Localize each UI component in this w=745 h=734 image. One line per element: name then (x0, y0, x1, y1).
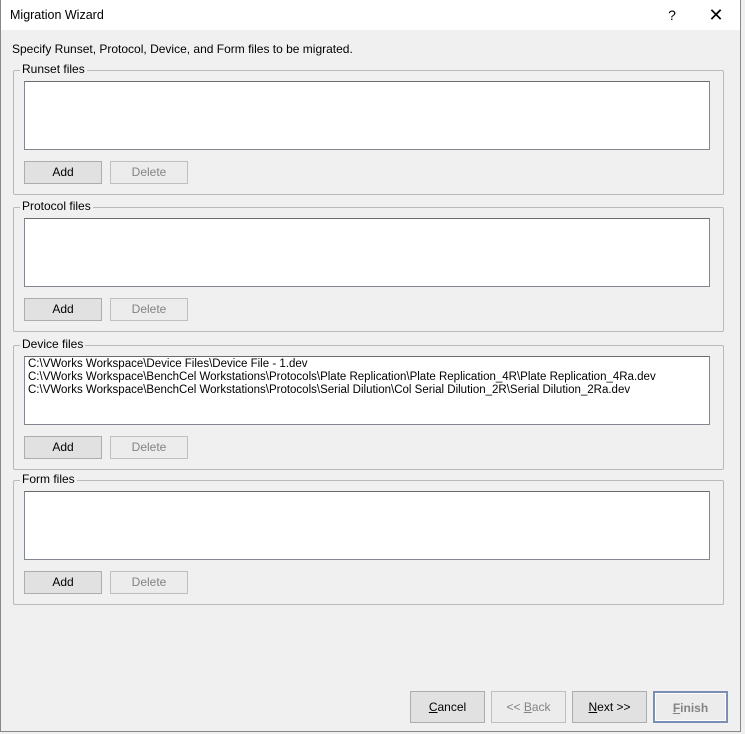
protocol-files-list[interactable] (24, 218, 710, 287)
list-item[interactable]: C:\VWorks Workspace\BenchCel Workstation… (28, 384, 706, 397)
list-item[interactable]: C:\VWorks Workspace\Device Files\Device … (28, 358, 706, 371)
runset-add-button[interactable]: Add (24, 161, 102, 184)
runset-files-group: Runset files Add Delete (13, 62, 724, 195)
migration-wizard-window: Migration Wizard ? ✕ Specify Runset, Pro… (0, 0, 741, 732)
device-files-label: Device files (20, 337, 86, 351)
instruction-text: Specify Runset, Protocol, Device, and Fo… (12, 42, 353, 56)
runset-delete-button[interactable]: Delete (110, 161, 188, 184)
form-delete-button[interactable]: Delete (110, 571, 188, 594)
protocol-add-button[interactable]: Add (24, 298, 102, 321)
next-button-label: Next >> (588, 700, 631, 714)
protocol-delete-button[interactable]: Delete (110, 298, 188, 321)
back-button-label: << Back (506, 700, 551, 714)
runset-files-label: Runset files (20, 62, 87, 76)
runset-files-list[interactable] (24, 81, 710, 150)
list-item[interactable]: C:\VWorks Workspace\BenchCel Workstation… (28, 371, 706, 384)
device-files-group: Device files C:\VWorks Workspace\Device … (13, 337, 724, 470)
device-delete-button[interactable]: Delete (110, 436, 188, 459)
cancel-button[interactable]: Cancel (410, 691, 485, 723)
finish-button[interactable]: Finish (653, 691, 728, 723)
device-add-button[interactable]: Add (24, 436, 102, 459)
form-add-button[interactable]: Add (24, 571, 102, 594)
form-files-label: Form files (20, 472, 77, 486)
back-button[interactable]: << Back (491, 691, 566, 723)
cancel-button-label: Cancel (428, 700, 467, 714)
finish-button-label: Finish (672, 701, 709, 715)
title-bar: Migration Wizard ? ✕ (1, 0, 740, 30)
close-icon[interactable]: ✕ (705, 4, 727, 26)
form-files-list[interactable] (24, 491, 710, 560)
next-button[interactable]: Next >> (572, 691, 647, 723)
window-title: Migration Wizard (10, 8, 104, 22)
form-files-group: Form files Add Delete (13, 472, 724, 605)
protocol-files-group: Protocol files Add Delete (13, 199, 724, 332)
protocol-files-label: Protocol files (20, 199, 93, 213)
help-icon[interactable]: ? (662, 4, 682, 26)
device-files-list[interactable]: C:\VWorks Workspace\Device Files\Device … (24, 356, 710, 425)
